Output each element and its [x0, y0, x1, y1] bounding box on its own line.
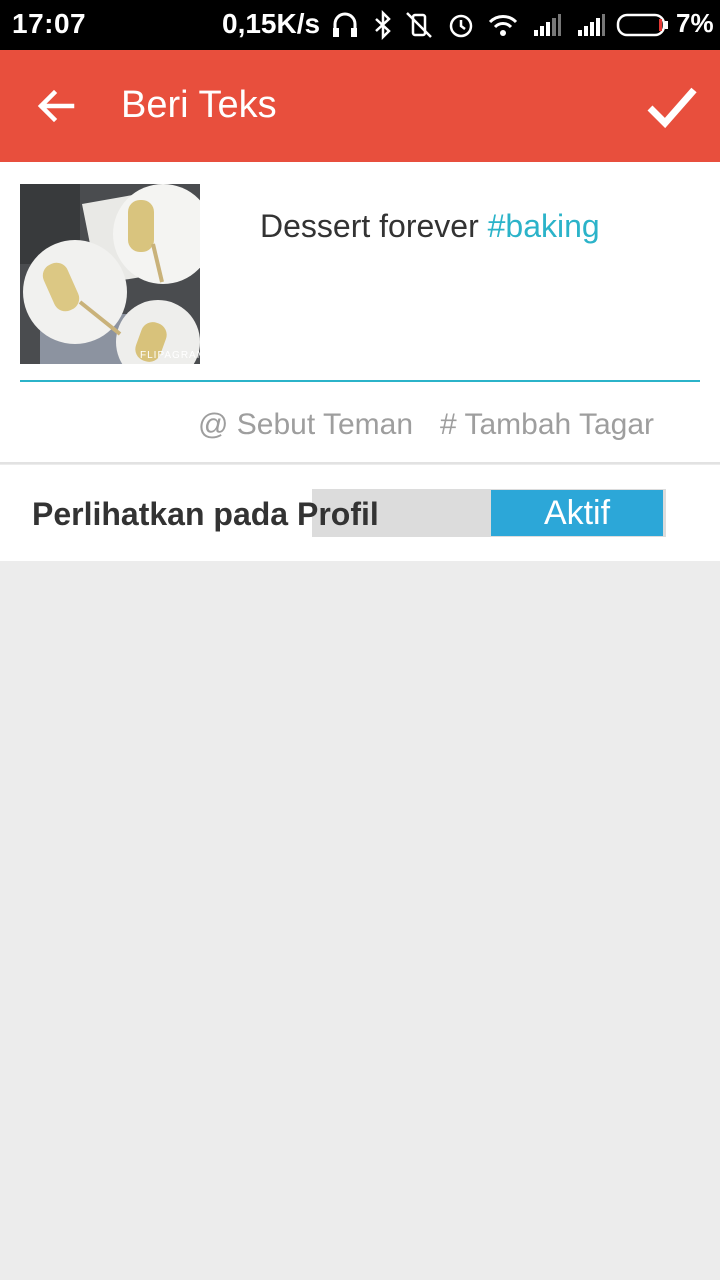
post-thumbnail [20, 184, 200, 364]
profile-visibility-row: Perlihatkan pada Profil Aktif [0, 465, 720, 561]
signal-icon [578, 14, 605, 36]
add-hashtag-button[interactable]: # Tambah Tagar [440, 408, 654, 442]
headset-icon [333, 12, 357, 37]
profile-visibility-toggle[interactable]: Aktif [491, 490, 663, 536]
caption-card: FLIPAGRAM Dessert forever #baking @ Sebu… [0, 162, 720, 464]
alarm-icon [449, 14, 473, 38]
page-title: Beri Teks [121, 84, 277, 126]
arrow-left-icon[interactable] [28, 78, 84, 134]
bluetooth-icon [375, 10, 391, 40]
caption-input[interactable]: Dessert forever #baking [260, 208, 600, 245]
status-bar: 17:07 0,15K/s 7% [0, 0, 720, 50]
caption-text: Dessert forever [260, 208, 488, 244]
battery-icon [616, 13, 668, 37]
flipagram-watermark: FLIPAGRAM [140, 350, 207, 361]
caption-underline [20, 380, 700, 382]
wifi-icon [488, 15, 518, 36]
check-icon[interactable] [640, 74, 704, 138]
mention-friend-button[interactable]: @ Sebut Teman [198, 408, 413, 442]
status-time: 17:07 [12, 8, 87, 39]
battery-percent: 7% [676, 8, 714, 38]
vibrate-off-icon [406, 12, 432, 38]
profile-visibility-label: Perlihatkan pada Profil [32, 496, 379, 532]
app-bar: Beri Teks [0, 50, 720, 162]
signal-icon [534, 14, 561, 36]
network-speed: 0,15K/s [222, 8, 321, 39]
caption-hashtag: #baking [487, 208, 600, 244]
